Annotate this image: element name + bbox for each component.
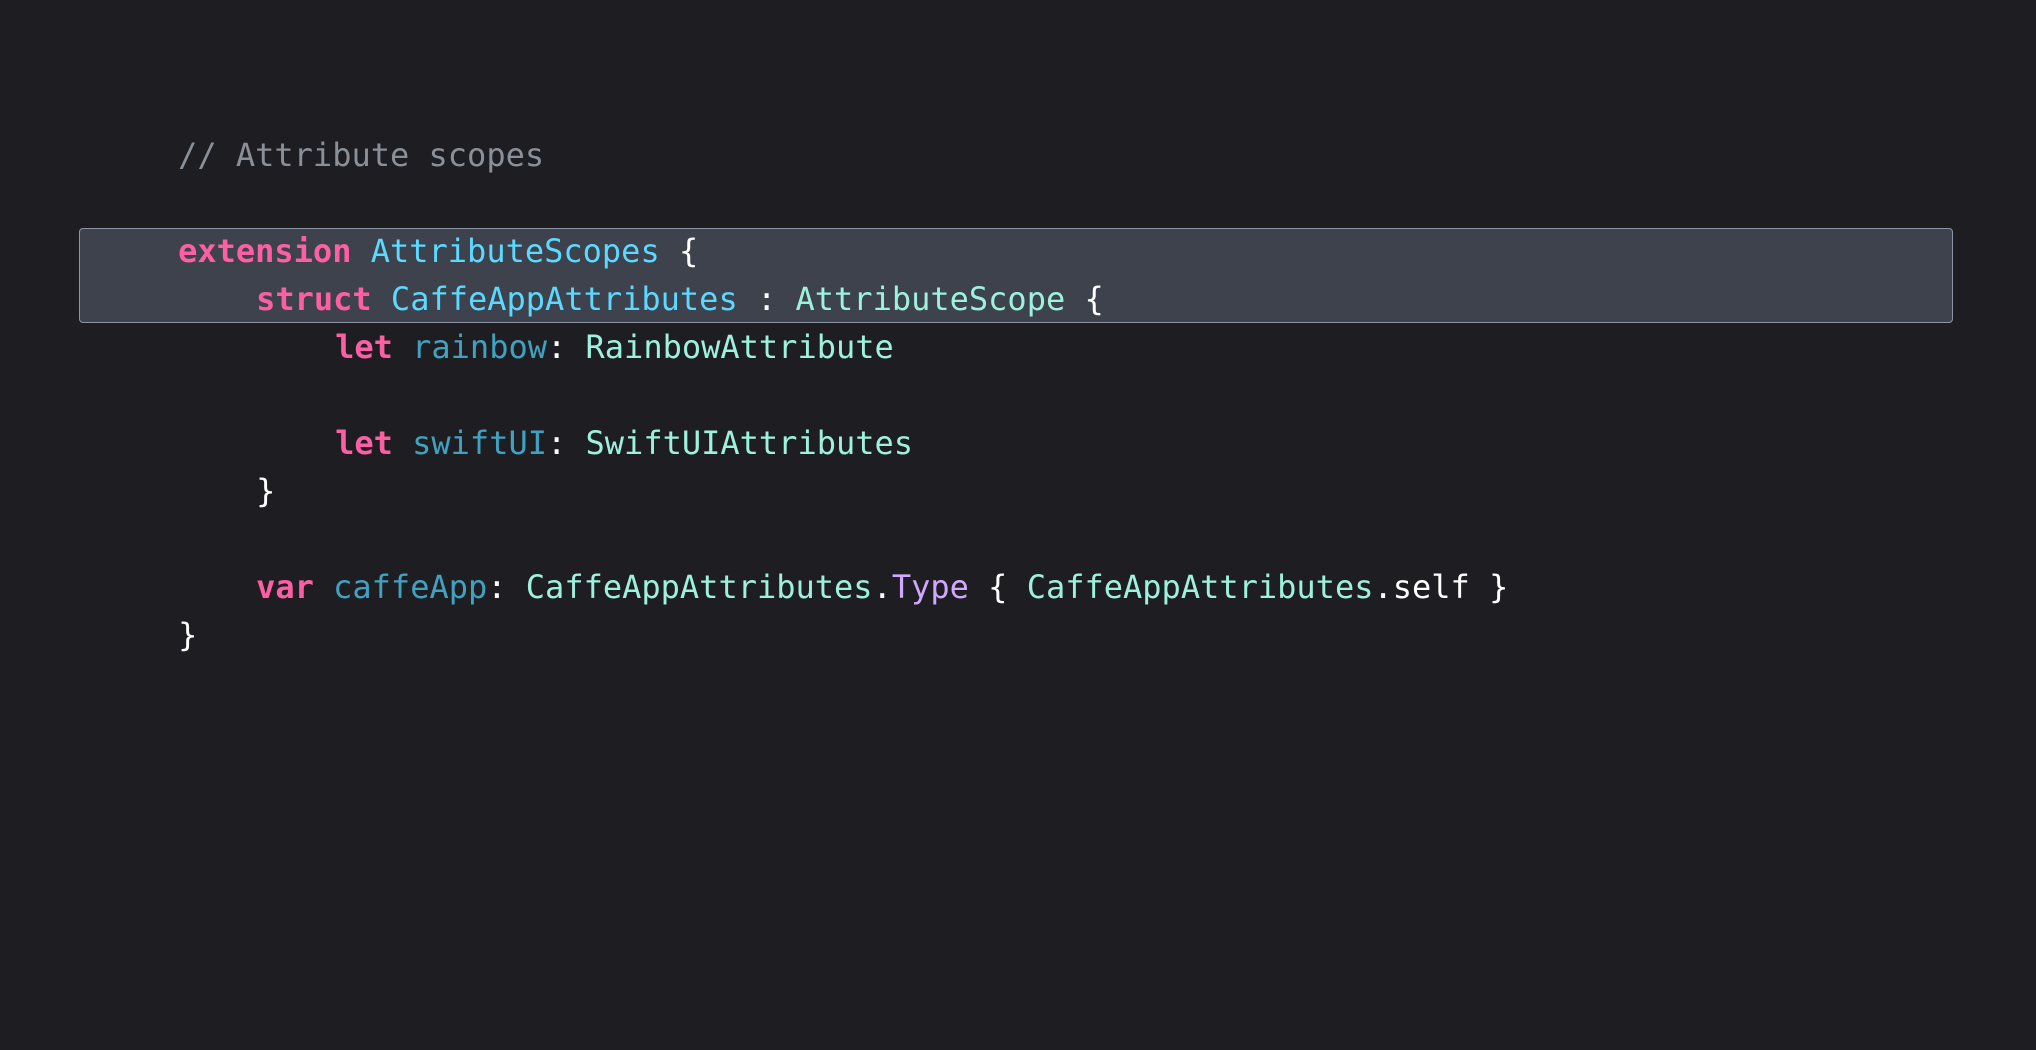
type-rainbow-attribute: RainbowAttribute: [585, 328, 894, 366]
property-caffe-app: caffeApp: [333, 568, 488, 606]
close-brace: }: [256, 472, 276, 510]
code-editor: // Attribute scopes extension AttributeS…: [0, 0, 2036, 1050]
member-self: .self: [1373, 568, 1470, 606]
type-caffe-app-attributes-body: CaffeAppAttributes: [1026, 568, 1374, 606]
code-comment: // Attribute scopes: [178, 136, 545, 174]
keyword-let: let: [335, 328, 393, 366]
code-line-extension-close: }: [101, 563, 197, 654]
colon: :: [546, 424, 567, 462]
code-line-struct: struct CaffeAppAttributes : AttributeSco…: [179, 227, 1104, 318]
code-line-swiftui: let swiftUI: SwiftUIAttributes: [258, 371, 913, 462]
type-caffe-app-attributes: CaffeAppAttributes: [525, 568, 873, 606]
code-line-extension: extension AttributeScopes {: [101, 179, 698, 270]
member-type: Type: [891, 568, 969, 606]
keyword-let: let: [335, 424, 393, 462]
colon: :: [487, 568, 507, 606]
code-line-rainbow: let rainbow: RainbowAttribute: [258, 275, 894, 366]
close-brace: }: [1489, 568, 1509, 606]
open-brace: {: [988, 568, 1008, 606]
colon: :: [546, 328, 567, 366]
dot: .: [872, 568, 892, 606]
code-line-var: var caffeApp: CaffeAppAttributes.Type { …: [179, 515, 1508, 606]
keyword-var: var: [256, 568, 314, 606]
type-swiftui-attributes: SwiftUIAttributes: [585, 424, 914, 462]
property-swiftui: swiftUI: [412, 424, 547, 462]
close-brace: }: [178, 616, 198, 654]
property-rainbow: rainbow: [412, 328, 547, 366]
open-brace: {: [1084, 280, 1104, 318]
code-comment-line: // Attribute scopes: [101, 83, 544, 174]
code-line-struct-close: }: [179, 419, 275, 510]
